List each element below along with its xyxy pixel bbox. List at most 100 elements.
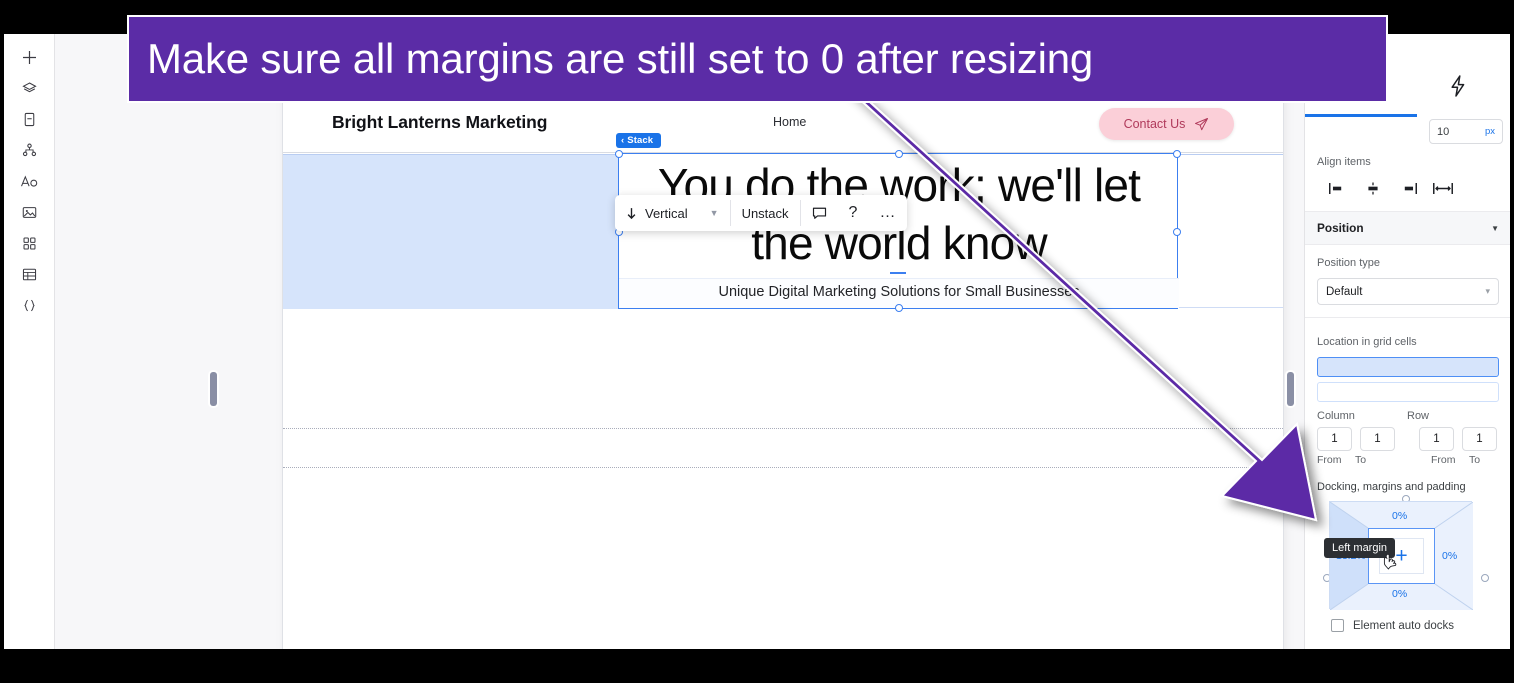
align-items-label: Align items	[1317, 156, 1371, 168]
components-icon[interactable]	[12, 228, 46, 259]
chevron-down-icon: ▾	[1485, 286, 1490, 296]
inspector-panel: n › Stack 10 px Align items	[1304, 34, 1510, 649]
resize-handle-bc[interactable]	[895, 304, 903, 312]
screenshot-root: Desktop (Prim Bright Lanterns Marketing …	[0, 0, 1514, 683]
stack-direction-label: Vertical	[645, 205, 688, 221]
position-section-title: Position	[1317, 221, 1364, 235]
spacing-input[interactable]: 10 px	[1429, 119, 1503, 144]
column-row-headers: Column Row	[1317, 410, 1499, 422]
right-edge-drag-marker[interactable]	[1287, 372, 1294, 406]
align-center-button[interactable]	[1355, 177, 1390, 199]
arrow-down-icon	[627, 207, 636, 219]
column-to-label: To	[1355, 454, 1367, 466]
row-to-label: To	[1469, 454, 1481, 466]
more-options-button[interactable]: …	[868, 195, 907, 231]
dock-bottom-value[interactable]: 0%	[1392, 588, 1407, 600]
stack-direction-dropdown[interactable]: Vertical ▼	[615, 195, 730, 231]
docking-title: Docking, margins and padding	[1317, 481, 1466, 493]
column-label: Column	[1317, 410, 1355, 422]
page-frame[interactable]: Bright Lanterns Marketing Home Contact U…	[283, 90, 1283, 649]
text-icon[interactable]	[12, 166, 46, 197]
subtitle-divider	[890, 272, 906, 274]
left-toolbar-rail	[4, 34, 55, 649]
annotation-text: Make sure all margins are still set to 0…	[147, 35, 1094, 82]
dock-anchor-right[interactable]	[1481, 574, 1489, 582]
column-from-label: From	[1317, 454, 1342, 466]
column-to-input[interactable]: 1	[1360, 427, 1395, 451]
resize-handle-mr[interactable]	[1173, 228, 1181, 236]
grid-cell-input-primary[interactable]	[1317, 357, 1499, 377]
align-items-section: Align items	[1305, 146, 1510, 212]
align-items-group	[1317, 177, 1499, 199]
help-button[interactable]: ?	[838, 195, 869, 231]
code-icon[interactable]	[12, 290, 46, 321]
docking-section: Docking, margins and padding + 0% 0% 0% …	[1305, 471, 1510, 640]
hero-subtitle: Unique Digital Marketing Solutions for S…	[718, 284, 1080, 300]
align-end-button[interactable]	[1390, 177, 1425, 199]
lightning-icon[interactable]	[1447, 74, 1469, 101]
position-type-label: Position type	[1317, 257, 1380, 269]
chevron-down-icon: ▼	[709, 208, 719, 218]
layers-icon[interactable]	[12, 73, 46, 104]
grid-cell-input-secondary[interactable]	[1317, 382, 1499, 402]
resize-handle-tc[interactable]	[895, 150, 903, 158]
more-label: …	[879, 204, 897, 221]
dock-top-value[interactable]: 0%	[1392, 510, 1407, 522]
help-label: ?	[848, 204, 858, 221]
row-from-input[interactable]: 1	[1419, 427, 1454, 451]
position-section-header[interactable]: Position ▼	[1305, 211, 1510, 245]
row-from-label: From	[1431, 454, 1456, 466]
chevron-down-icon: ▼	[1491, 223, 1499, 233]
stack-floating-toolbar[interactable]: Vertical ▼ Unstack ? …	[615, 195, 908, 231]
align-stretch-button[interactable]	[1425, 177, 1460, 199]
chevron-left-icon: ‹	[621, 135, 625, 146]
site-brand: Bright Lanterns Marketing	[332, 112, 548, 132]
align-start-button[interactable]	[1320, 177, 1355, 199]
table-icon[interactable]	[12, 259, 46, 290]
contact-us-label: Contact Us	[1123, 117, 1186, 131]
app-window: Desktop (Prim Bright Lanterns Marketing …	[4, 34, 1510, 649]
auto-docks-checkbox[interactable]	[1331, 619, 1344, 632]
hierarchy-icon[interactable]	[12, 135, 46, 166]
docking-widget[interactable]: + 0% 0% 0% 13.2% Left margin	[1324, 501, 1473, 610]
resize-handle-tr[interactable]	[1173, 150, 1181, 158]
comment-icon[interactable]	[801, 195, 838, 231]
auto-docks-label: Element auto docks	[1353, 619, 1455, 632]
column-from-input[interactable]: 1	[1317, 427, 1352, 451]
grid-location-label: Location in grid cells	[1317, 336, 1417, 348]
send-icon	[1195, 118, 1209, 131]
add-icon[interactable]	[12, 42, 46, 73]
spacing-value: 10	[1437, 125, 1450, 138]
position-type-select[interactable]: Default ▾	[1317, 278, 1499, 305]
nav-link-home[interactable]: Home	[773, 115, 806, 129]
grid-number-inputs: 1 1 1 1	[1317, 427, 1499, 451]
canvas-area[interactable]: Desktop (Prim Bright Lanterns Marketing …	[55, 34, 1510, 649]
column-inputs: 1 1	[1317, 427, 1395, 451]
mouse-cursor-icon	[1382, 553, 1398, 576]
resize-handle-tl[interactable]	[615, 150, 623, 158]
hero-empty-cell	[283, 155, 618, 309]
left-edge-drag-marker[interactable]	[210, 372, 217, 406]
guide-line-top	[283, 428, 1283, 429]
selection-label-text: Stack	[627, 135, 654, 146]
spacing-unit: px	[1484, 126, 1495, 137]
row-inputs: 1 1	[1419, 427, 1497, 451]
element-auto-docks-row[interactable]: Element auto docks	[1317, 609, 1499, 632]
row-label: Row	[1407, 410, 1430, 422]
position-type-section: Position type Default ▾	[1305, 247, 1510, 318]
position-type-value: Default	[1326, 285, 1363, 298]
card-icon[interactable]	[12, 104, 46, 135]
selection-label-badge[interactable]: ‹ Stack	[616, 133, 662, 148]
dock-right-value[interactable]: 0%	[1442, 550, 1457, 562]
image-icon[interactable]	[12, 197, 46, 228]
guide-line-bottom	[283, 467, 1283, 468]
grid-sublabels: From To From To	[1317, 454, 1499, 466]
grid-location-section: Location in grid cells Column Row 1 1 1 …	[1305, 326, 1510, 478]
selected-text-block[interactable]: You do the work; we'll let the world kno…	[615, 150, 1181, 312]
annotation-banner: Make sure all margins are still set to 0…	[127, 15, 1388, 103]
active-tab-underline	[1305, 114, 1417, 117]
row-to-input[interactable]: 1	[1462, 427, 1497, 451]
unstack-label: Unstack	[741, 205, 789, 221]
contact-us-button[interactable]: Contact Us	[1099, 108, 1234, 140]
unstack-button[interactable]: Unstack	[731, 195, 800, 231]
